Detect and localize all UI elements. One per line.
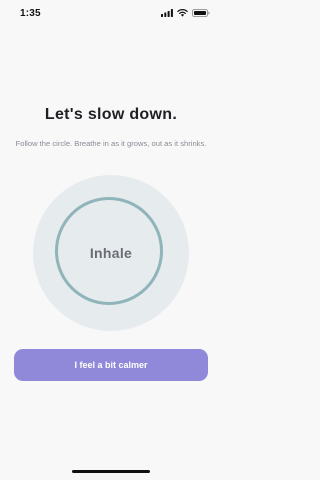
signal-icon (161, 9, 173, 17)
status-time: 1:35 (20, 8, 41, 19)
wifi-icon (177, 9, 188, 17)
status-icons (161, 9, 210, 17)
breath-phase-label: Inhale (89, 245, 133, 261)
feel-calmer-button[interactable]: I feel a bit calmer (14, 349, 208, 381)
instructions-text: Follow the circle. Breathe in as it grow… (15, 139, 207, 148)
home-indicator[interactable] (72, 470, 150, 473)
battery-icon (192, 9, 210, 17)
status-bar: 1:35 (0, 0, 222, 28)
page-title: Let's slow down. (44, 106, 178, 123)
